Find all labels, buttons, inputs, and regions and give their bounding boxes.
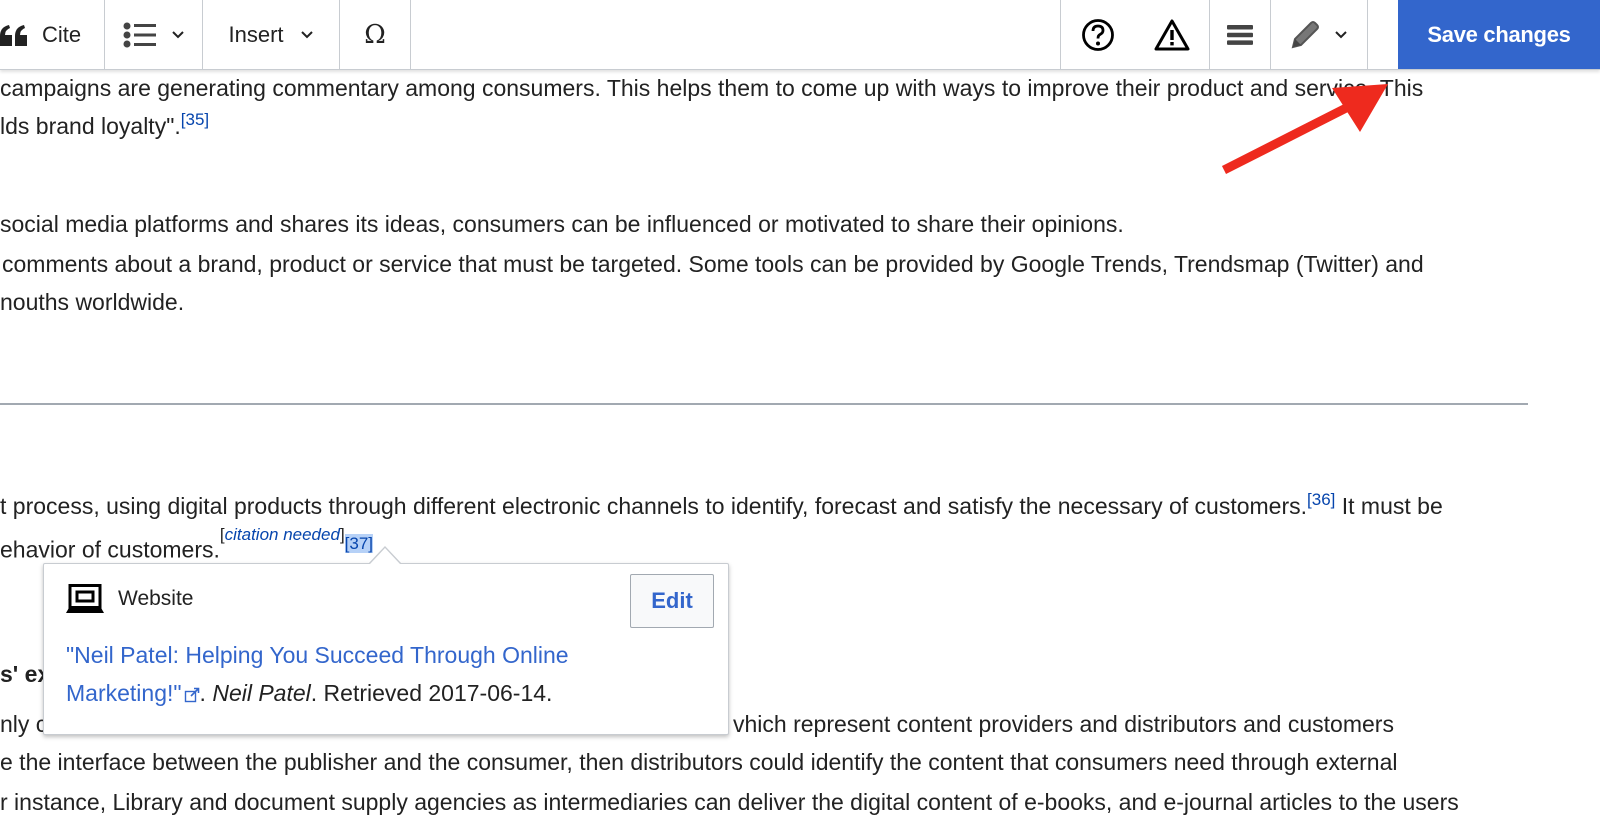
reference-citation: "Neil Patel: Helping You Succeed Through…: [66, 642, 569, 706]
insert-label: Insert: [228, 21, 284, 47]
paragraph-line: r instance, Library and document supply …: [0, 783, 1459, 821]
notices-button[interactable]: [1154, 0, 1190, 69]
cite-group: Cite: [0, 0, 105, 69]
retrieved-date: Retrieved 2017-06-14.: [323, 680, 553, 706]
text: It must be: [1335, 493, 1443, 519]
text: r instance, Library and document supply …: [0, 789, 1459, 815]
editor-toolbar: Cite Insert Ω Save changes: [0, 0, 1600, 70]
paragraph-line: lds brand loyalty".[35]: [0, 107, 209, 148]
help-icon: [1081, 18, 1114, 51]
help-button[interactable]: [1081, 0, 1115, 69]
chevron-down-icon: [300, 30, 313, 38]
insert-dropdown-button[interactable]: Insert: [228, 0, 313, 69]
text: e the interface between the publisher an…: [0, 749, 1398, 775]
page-options-group: [1210, 0, 1271, 69]
link-text-line2: Marketing!": [66, 680, 182, 706]
paragraph-line: e the interface between the publisher an…: [0, 743, 1398, 781]
page-options-menu-icon: [1227, 24, 1253, 45]
edit-pencil-icon: [1291, 20, 1319, 48]
cite-label: Cite: [42, 21, 82, 47]
reference-35[interactable]: [35]: [181, 110, 209, 129]
insert-group: Insert: [203, 0, 340, 69]
paragraph-line: social media platforms and shares its id…: [0, 205, 1124, 243]
chevron-down-icon: [171, 30, 184, 38]
text: campaigns are generating commentary amon…: [0, 75, 1424, 101]
bulleted-list-icon: [123, 22, 156, 47]
paragraph-line: t process, using digital products throug…: [0, 487, 1443, 528]
edit-mode-dropdown-button[interactable]: [1290, 0, 1348, 69]
section-divider: [0, 403, 1528, 405]
paragraph-line: comments about a brand, product or servi…: [0, 245, 1424, 283]
text: nly c: [0, 711, 48, 737]
publisher-name: Neil Patel: [212, 680, 311, 706]
cite-quote-icon: [0, 24, 27, 46]
page-options-button[interactable]: [1227, 0, 1253, 69]
text: nouths worldwide.: [0, 289, 185, 315]
omega-special-character-icon: Ω: [364, 19, 386, 50]
text: t process, using digital products throug…: [0, 493, 1308, 519]
popup-pointer-inner: [370, 548, 400, 564]
citation-needed-tag[interactable]: [citation needed]: [220, 525, 345, 544]
external-link-icon: [184, 687, 199, 703]
paragraph-line: vhich represent content providers and di…: [733, 705, 1394, 743]
cite-button[interactable]: Cite: [0, 0, 81, 69]
chevron-down-icon: [1335, 30, 1347, 38]
special-character-button[interactable]: Ω: [364, 0, 386, 69]
save-changes-button[interactable]: Save changes: [1398, 0, 1600, 69]
paragraph-line: nouths worldwide.: [0, 283, 184, 321]
text: vhich represent content providers and di…: [733, 711, 1394, 737]
website-icon: [66, 584, 104, 613]
edit-mode-group: [1271, 0, 1368, 69]
list-dropdown-button[interactable]: [123, 0, 185, 69]
paragraph-line: campaigns are generating commentary amon…: [0, 69, 1423, 107]
edit-reference-button[interactable]: Edit: [630, 574, 714, 628]
text: social media platforms and shares its id…: [0, 211, 1124, 237]
special-char-group: Ω: [340, 0, 411, 69]
reference-type-label: Website: [118, 587, 194, 610]
link-text-line1: "Neil Patel: Helping You Succeed Through…: [66, 642, 569, 668]
popup-header: Website: [66, 584, 193, 614]
warning-icon: [1154, 19, 1189, 50]
help-notices-group: [1060, 0, 1210, 69]
text: comments about a brand, product or servi…: [2, 251, 1424, 277]
text: lds brand loyalty".: [0, 113, 181, 139]
reference-36[interactable]: [36]: [1307, 490, 1335, 509]
list-group: [105, 0, 203, 69]
citation-needed-link[interactable]: citation needed: [225, 525, 340, 544]
reference-context-popup: Website Edit "Neil Patel: Helping You Su…: [43, 563, 729, 735]
text: ehavior of customers.: [0, 536, 220, 563]
paragraph-line: nly c: [0, 705, 47, 743]
